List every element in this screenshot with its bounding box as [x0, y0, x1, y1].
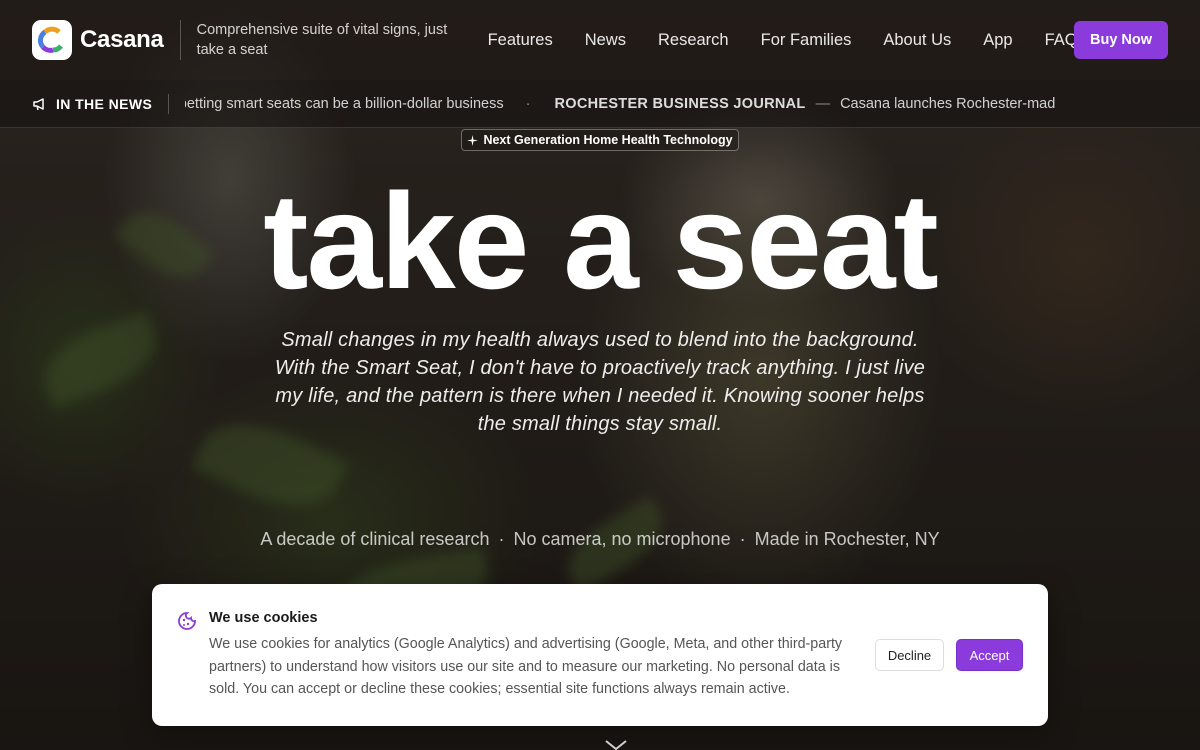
fact-item: No camera, no microphone [513, 529, 731, 549]
decline-cookies-button[interactable]: Decline [875, 639, 944, 671]
accept-cookies-button[interactable]: Accept [956, 639, 1023, 671]
hero-badge: Next Generation Home Health Technology [461, 129, 739, 151]
nav-features[interactable]: Features [472, 31, 569, 50]
ticker-divider [168, 93, 170, 114]
ticker-label-text: IN THE NEWS [56, 95, 153, 112]
fact-item: Made in Rochester, NY [754, 529, 940, 549]
fact-item: A decade of clinical research [260, 529, 490, 549]
nav-app[interactable]: App [967, 31, 1028, 50]
cookie-title: We use cookies [209, 610, 318, 626]
nav-for-families[interactable]: For Families [745, 31, 868, 50]
hero-title: take a seat [263, 165, 939, 317]
fact-separator: · [498, 529, 505, 549]
ticker-headline[interactable]: M toilet startup is betting smart seats … [185, 96, 503, 112]
header-tagline: Comprehensive suite of vital signs, just… [179, 20, 470, 60]
cookie-icon [178, 612, 196, 630]
ticker-separator: · [525, 95, 531, 112]
nav-about-us[interactable]: About Us [867, 31, 967, 50]
hero-badge-text: Next Generation Home Health Technology [483, 133, 733, 147]
ticker-outlet: ROCHESTER BUSINESS JOURNAL [554, 95, 806, 112]
site-header: Casana Comprehensive suite of vital sign… [0, 0, 1200, 80]
hero-testimonial-quote: Small changes in my health always used t… [274, 329, 926, 435]
news-ticker: IN THE NEWS M toilet startup is betting … [0, 80, 1200, 128]
ticker-label: IN THE NEWS [32, 96, 152, 112]
sparkle-icon [467, 134, 479, 146]
brand-name: Casana [80, 26, 164, 53]
main-nav: Features News Research For Families Abou… [472, 31, 1094, 50]
casana-logo-icon [32, 20, 72, 60]
ticker-headline[interactable]: Casana launches Rochester-mad [840, 96, 1055, 112]
nav-research[interactable]: Research [642, 31, 745, 50]
cookie-banner: We use cookies We use cookies for analyt… [152, 584, 1048, 726]
cookie-body: We use cookies for analytics (Google Ana… [209, 636, 843, 697]
ticker-track: M toilet startup is betting smart seats … [185, 80, 1200, 127]
brand-logo[interactable]: Casana [32, 20, 164, 60]
chevron-down-icon[interactable] [605, 740, 627, 750]
ticker-dash: — [815, 95, 831, 112]
fact-separator: · [739, 529, 746, 549]
hero-facts: A decade of clinical research · No camera,… [0, 529, 1200, 550]
buy-now-button[interactable]: Buy Now [1074, 21, 1168, 59]
megaphone-icon [33, 97, 44, 110]
nav-news[interactable]: News [569, 31, 642, 50]
